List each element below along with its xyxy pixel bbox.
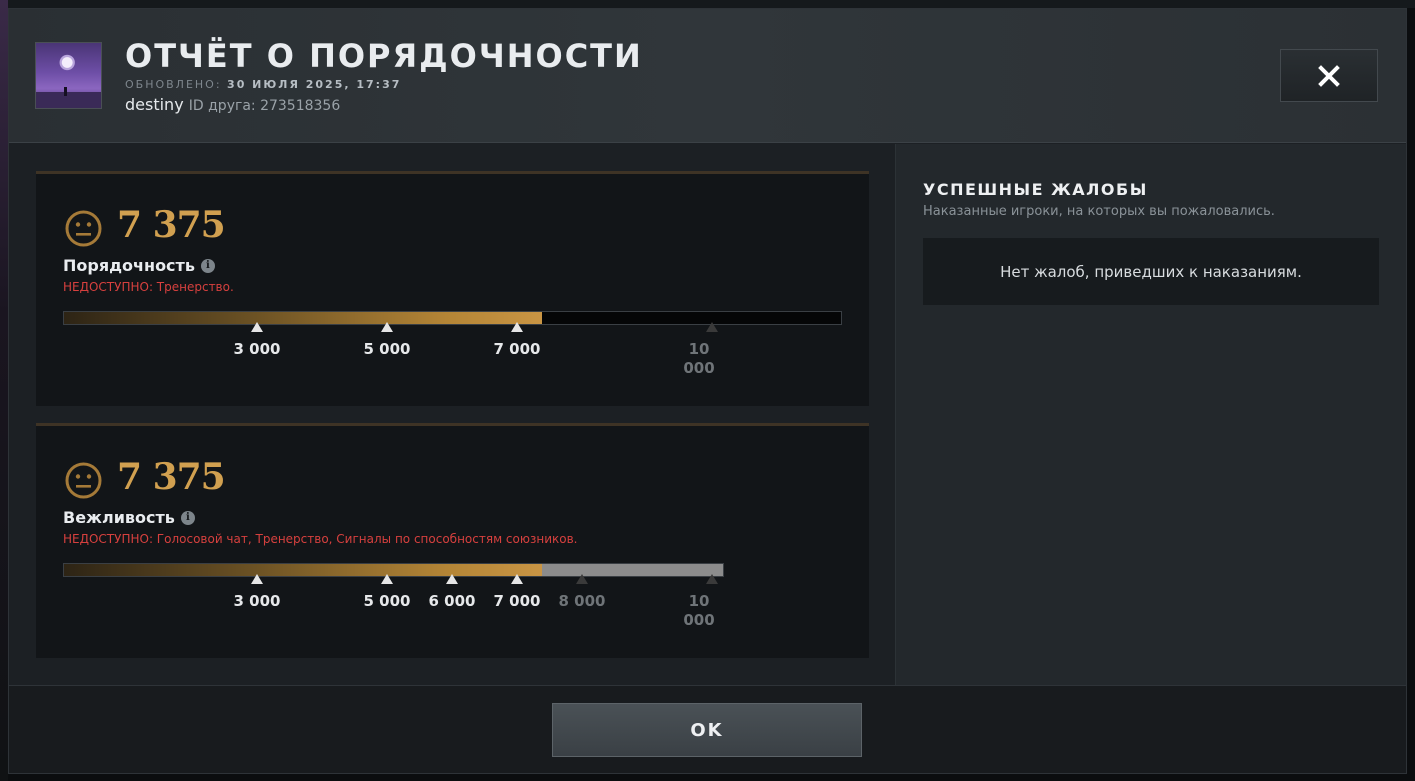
scores-column: 7 375 Порядочность i НЕДОСТУПНО: Тренерс… [9, 144, 895, 685]
background-left [0, 0, 8, 781]
conduct-score: 7 375 [117, 204, 226, 246]
player-name: destiny [125, 95, 184, 114]
conduct-card: 7 375 Порядочность i НЕДОСТУПНО: Тренерс… [36, 171, 869, 406]
threshold-marker [251, 322, 263, 332]
avatar [35, 42, 102, 109]
info-icon[interactable]: i [200, 258, 215, 273]
conduct-unavailable: НЕДОСТУПНО: Тренерство. [63, 280, 234, 294]
politeness-progress-rest [542, 564, 723, 576]
threshold-marker [706, 574, 718, 584]
tick-label: 6 000 [428, 592, 476, 610]
player-info: destiny ID друга: 273518356 [125, 95, 340, 114]
close-button[interactable] [1280, 49, 1378, 102]
threshold-marker [381, 322, 393, 332]
politeness-label-row: Вежливость i [63, 508, 195, 527]
threshold-marker [706, 322, 718, 332]
politeness-unavailable: НЕДОСТУПНО: Голосовой чат, Тренерство, С… [63, 532, 578, 546]
conduct-label-row: Порядочность i [63, 256, 215, 275]
politeness-score: 7 375 [117, 456, 226, 498]
conduct-progress-fill [64, 312, 542, 324]
tick-label: 7 000 [493, 340, 541, 358]
threshold-marker [576, 574, 588, 584]
politeness-progress-bar [63, 563, 724, 577]
politeness-card: 7 375 Вежливость i НЕДОСТУПНО: Голосовой… [36, 423, 869, 658]
modal-footer: OK [9, 685, 1406, 773]
conduct-label: Порядочность [63, 256, 195, 275]
ok-button[interactable]: OK [552, 703, 862, 757]
neutral-face-icon [65, 210, 102, 247]
reports-title: УСПЕШНЫЕ ЖАЛОБЫ [923, 180, 1148, 199]
modal-header: ОТЧЁТ О ПОРЯДОЧНОСТИ ОБНОВЛЕНО: 30 ИЮЛЯ … [9, 9, 1406, 143]
tick-label: 5 000 [363, 340, 411, 358]
threshold-marker [381, 574, 393, 584]
reports-subtitle: Наказанные игроки, на которых вы пожалов… [923, 204, 1275, 219]
tick-label: 5 000 [363, 592, 411, 610]
reports-empty-box: Нет жалоб, приведших к наказаниям. [923, 238, 1379, 305]
background-strip [0, 0, 1415, 8]
updated-value: 30 ИЮЛЯ 2025, 17:37 [227, 78, 402, 91]
close-icon [1318, 64, 1340, 87]
politeness-progress-fill [64, 564, 542, 576]
updated-label: ОБНОВЛЕНО: [125, 78, 222, 91]
threshold-marker [511, 322, 523, 332]
reports-empty-text: Нет жалоб, приведших к наказаниям. [1000, 262, 1302, 281]
tick-label: 3 000 [233, 592, 281, 610]
politeness-label: Вежливость [63, 508, 175, 527]
info-icon[interactable]: i [180, 510, 195, 525]
conduct-progress-bar [63, 311, 842, 325]
threshold-marker [511, 574, 523, 584]
reports-column: УСПЕШНЫЕ ЖАЛОБЫ Наказанные игроки, на ко… [895, 144, 1406, 685]
updated-timestamp: ОБНОВЛЕНО: 30 ИЮЛЯ 2025, 17:37 [125, 78, 401, 91]
tick-label: 10 000 [683, 592, 715, 629]
friend-id: ID друга: 273518356 [188, 98, 341, 114]
conduct-report-modal: ОТЧЁТ О ПОРЯДОЧНОСТИ ОБНОВЛЕНО: 30 ИЮЛЯ … [8, 8, 1407, 774]
tick-label: 7 000 [493, 592, 541, 610]
threshold-marker [251, 574, 263, 584]
neutral-face-icon [65, 462, 102, 499]
threshold-marker [446, 574, 458, 584]
page-title: ОТЧЁТ О ПОРЯДОЧНОСТИ [125, 37, 643, 75]
tick-label: 8 000 [558, 592, 606, 610]
tick-label: 3 000 [233, 340, 281, 358]
tick-label: 10 000 [683, 340, 715, 377]
